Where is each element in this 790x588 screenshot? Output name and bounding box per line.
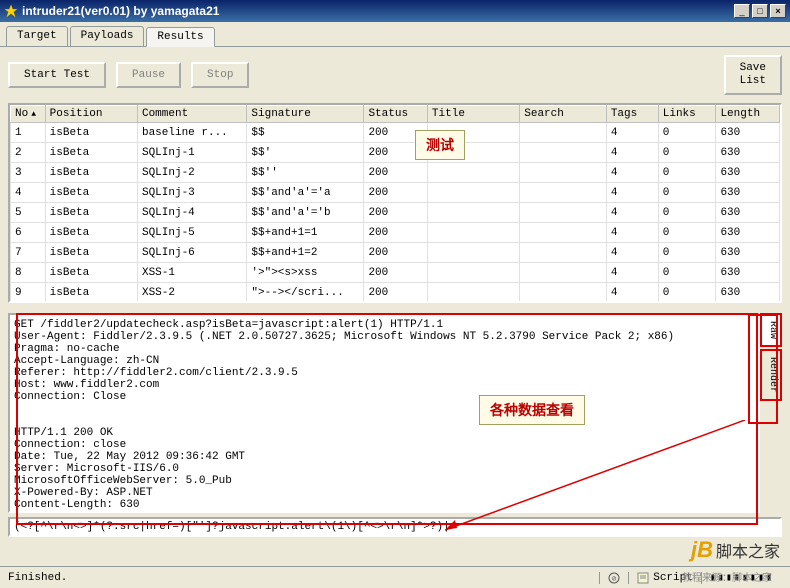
results-table-container[interactable]: No▲PositionCommentSignatureStatusTitleSe… — [8, 103, 782, 303]
table-row[interactable]: 7isBetaSQLInj-6$$+and+1=220040630 — [11, 243, 780, 263]
svg-text:⊘: ⊘ — [612, 575, 617, 584]
stop-button: Stop — [191, 62, 249, 88]
start-test-button[interactable]: Start Test — [8, 62, 106, 88]
table-row[interactable]: 9isBetaXSS-2">--></scri...20040630 — [11, 283, 780, 303]
side-tab-raw[interactable]: Raw — [760, 313, 782, 347]
close-button[interactable]: × — [770, 4, 786, 18]
col-search[interactable]: Search — [520, 106, 607, 123]
table-row[interactable]: 6isBetaSQLInj-5$$+and+1=120040630 — [11, 223, 780, 243]
tab-payloads[interactable]: Payloads — [70, 26, 145, 46]
watermark: jB 脚本之家 — [691, 537, 780, 563]
col-links[interactable]: Links — [658, 106, 716, 123]
annotation-dataview: 各种数据查看 — [479, 395, 585, 425]
status-bar: Finished. ⊘ Script ▮▮▮▮▮▮▮▮ — [0, 566, 790, 588]
toolbar: Start Test Pause Stop Save List — [0, 47, 790, 103]
window-title: intruder21(ver0.01) by yamagata21 — [22, 4, 732, 18]
watermark-sub: 教程来源：脚本之家 — [682, 569, 772, 584]
col-tags[interactable]: Tags — [606, 106, 658, 123]
status-text: Finished. — [8, 572, 599, 584]
table-row[interactable]: 4isBetaSQLInj-3$$'and'a'='a20040630 — [11, 183, 780, 203]
tab-target[interactable]: Target — [6, 26, 68, 46]
col-no[interactable]: No▲ — [11, 106, 46, 123]
col-position[interactable]: Position — [45, 106, 137, 123]
app-icon — [4, 4, 18, 18]
table-row[interactable]: 8isBetaXSS-1'>"><s>xss20040630 — [11, 263, 780, 283]
detail-panel: GET /fiddler2/updatecheck.asp?isBeta=jav… — [8, 313, 782, 513]
col-status[interactable]: Status — [364, 106, 427, 123]
save-list-button[interactable]: Save List — [724, 55, 782, 95]
col-signature[interactable]: Signature — [247, 106, 364, 123]
annotation-test: 测试 — [415, 130, 465, 160]
col-comment[interactable]: Comment — [137, 106, 246, 123]
titlebar: intruder21(ver0.01) by yamagata21 _ □ × — [0, 0, 790, 22]
table-row[interactable]: 3isBetaSQLInj-2$$''20040630 — [11, 163, 780, 183]
col-length[interactable]: Length — [716, 106, 780, 123]
tab-results[interactable]: Results — [146, 27, 214, 47]
main-tabs: Target Payloads Results — [0, 22, 790, 47]
pause-button: Pause — [116, 62, 181, 88]
table-row[interactable]: 5isBetaSQLInj-4$$'and'a'='b20040630 — [11, 203, 780, 223]
table-row[interactable]: 1isBetabaseline r...$$20040630 — [11, 123, 780, 143]
detail-side-tabs: Raw Render — [760, 313, 782, 513]
minimize-button[interactable]: _ — [734, 4, 750, 18]
col-title[interactable]: Title — [427, 106, 519, 123]
detail-text[interactable]: GET /fiddler2/updatecheck.asp?isBeta=jav… — [8, 313, 760, 513]
regex-input[interactable] — [8, 517, 782, 537]
table-row[interactable]: 2isBetaSQLInj-1$$'20040630 — [11, 143, 780, 163]
status-control-icon: ⊘ — [599, 572, 628, 584]
maximize-button[interactable]: □ — [752, 4, 768, 18]
results-table: No▲PositionCommentSignatureStatusTitleSe… — [10, 105, 780, 303]
side-tab-render[interactable]: Render — [760, 349, 782, 401]
script-icon — [637, 572, 649, 584]
